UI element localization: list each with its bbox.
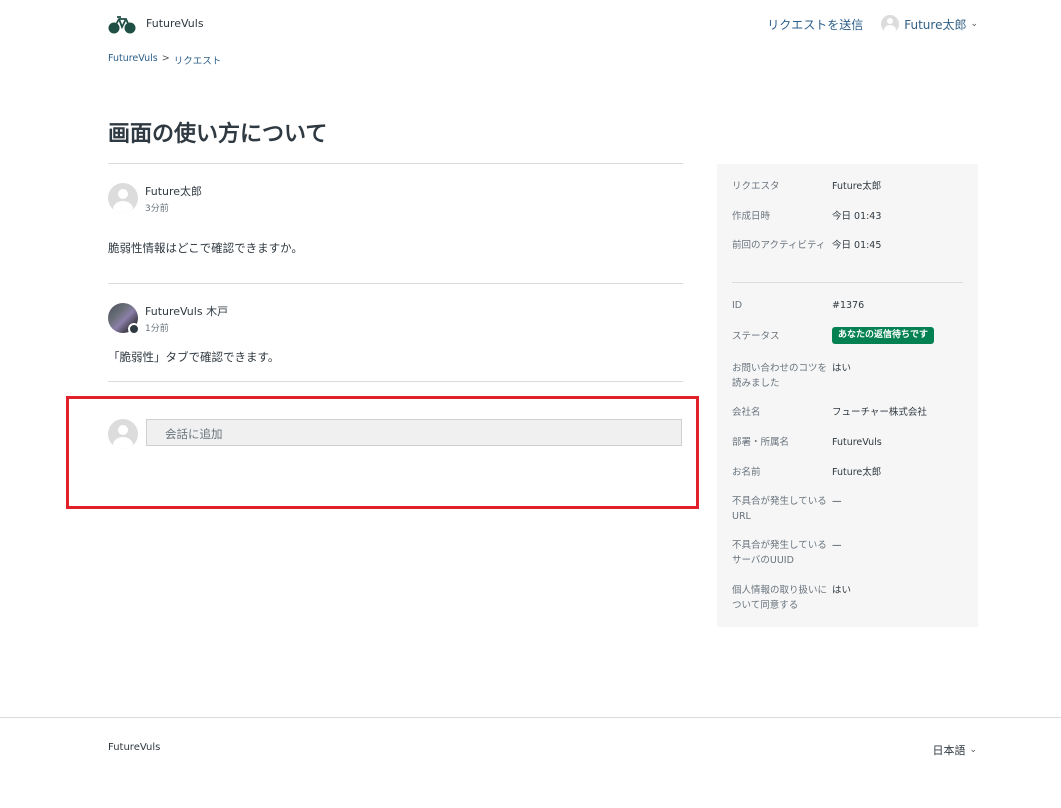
user-menu[interactable]: Future太郎 ⌄	[881, 15, 978, 33]
detail-value: フューチャー株式会社	[832, 407, 927, 418]
detail-value: —	[832, 540, 842, 551]
detail-value: はい	[832, 363, 852, 374]
detail-label: 不具合が発生しているURL	[732, 496, 827, 522]
detail-label: 会社名	[732, 407, 761, 418]
comment-time: 1分前	[145, 324, 169, 334]
site-header: FutureVuls リクエストを送信 Future太郎 ⌄	[108, 12, 978, 38]
detail-label: 個人情報の取り扱いについて同意する	[732, 585, 828, 611]
header-nav: リクエストを送信 Future太郎 ⌄	[767, 15, 978, 33]
detail-value: FutureVuls	[832, 437, 882, 448]
comment-author: Future太郎	[145, 185, 203, 198]
comment-body: 脆弱性情報はどこで確認できますか。	[108, 241, 303, 255]
title-divider	[108, 163, 683, 164]
detail-label: 作成日時	[732, 211, 771, 222]
comment: Future太郎 3分前 脆弱性情報はどこで確認できますか。	[108, 183, 683, 263]
reply-input[interactable]: 会話に追加	[146, 419, 682, 446]
user-avatar-icon	[881, 15, 900, 33]
comment-time: 3分前	[145, 204, 169, 214]
status-badge: あなたの返信待ちです	[832, 327, 935, 344]
comment-divider	[108, 283, 683, 284]
comment-author: FutureVuls 木戸	[145, 305, 229, 318]
detail-value: Future太郎	[832, 181, 882, 192]
detail-value: #1376	[832, 300, 865, 311]
language-selector[interactable]: 日本語 ⌄	[932, 742, 977, 758]
request-details-panel: リクエスタ Future太郎 作成日時 今日 01:43 前回のアクティビティ …	[717, 164, 978, 627]
detail-label: お名前	[732, 467, 761, 478]
reply-highlight-box	[66, 396, 699, 509]
detail-value: Future太郎	[832, 467, 882, 478]
breadcrumb-current[interactable]: リクエスト	[174, 53, 222, 67]
user-name: Future太郎	[904, 17, 967, 32]
comment-divider	[108, 381, 683, 382]
comment: FutureVuls 木戸 1分前 「脆弱性」タブで確認できます。	[108, 303, 683, 373]
detail-value: —	[832, 496, 842, 507]
footer-brand[interactable]: FutureVuls	[108, 742, 160, 753]
brand-name[interactable]: FutureVuls	[146, 17, 204, 30]
comment-body: 「脆弱性」タブで確認できます。	[108, 350, 280, 364]
footer-divider	[0, 717, 1061, 718]
detail-label: 前回のアクティビティ	[732, 240, 826, 251]
bicycle-logo-icon[interactable]	[108, 16, 136, 34]
detail-label: ID	[732, 300, 743, 311]
detail-label: 部署・所属名	[732, 437, 790, 448]
chevron-down-icon: ⌄	[969, 745, 977, 755]
language-label: 日本語	[932, 744, 966, 757]
details-divider	[732, 282, 963, 283]
avatar-icon	[108, 183, 138, 213]
submit-request-link[interactable]: リクエストを送信	[767, 16, 863, 33]
detail-value: 今日 01:43	[832, 211, 882, 222]
reply-avatar-icon	[108, 419, 138, 449]
breadcrumb-separator: >	[161, 53, 170, 64]
detail-label: お問い合わせのコツを読みました	[732, 363, 828, 389]
detail-value: はい	[832, 585, 852, 596]
chevron-down-icon: ⌄	[970, 19, 978, 29]
agent-badge-icon	[128, 323, 140, 335]
detail-label: 不具合が発生しているサーバのUUID	[732, 540, 827, 566]
detail-label: リクエスタ	[732, 181, 780, 192]
detail-label: ステータス	[732, 331, 780, 342]
breadcrumb-home[interactable]: FutureVuls	[108, 53, 158, 67]
status-value: あなたの返信待ちです	[832, 327, 935, 344]
breadcrumb: FutureVuls > リクエスト	[108, 53, 221, 67]
detail-value: 今日 01:45	[832, 240, 882, 251]
page-title: 画面の使い方について	[108, 122, 328, 147]
